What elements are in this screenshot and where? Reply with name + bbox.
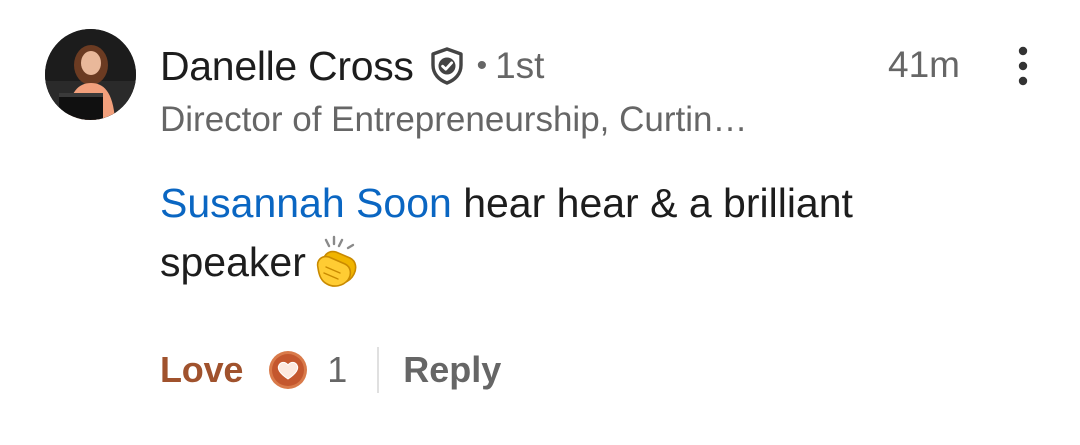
- comment: Danelle Cross • 1st 41m Director of Entr…: [0, 0, 1080, 445]
- connection-separator: •: [476, 49, 488, 82]
- vertical-ellipsis-icon: [1018, 46, 1028, 86]
- author-headline: Director of Entrepreneurship, Curtin…: [160, 100, 748, 139]
- verified-shield-icon: [427, 46, 467, 86]
- mention-link[interactable]: Susannah Soon: [160, 180, 452, 226]
- author-name[interactable]: Danelle Cross: [160, 43, 414, 90]
- comment-actions: Love 1 Reply: [160, 344, 501, 396]
- heart-reaction-icon[interactable]: [267, 349, 309, 391]
- more-options-button[interactable]: [1006, 42, 1040, 90]
- connection-degree: 1st: [495, 45, 545, 86]
- reaction-count[interactable]: 1: [327, 349, 347, 391]
- comment-body: Susannah Soon hear hear & a brilliant sp…: [160, 174, 980, 292]
- reply-button[interactable]: Reply: [403, 349, 501, 391]
- comment-header: Danelle Cross • 1st: [160, 40, 544, 92]
- avatar[interactable]: [45, 29, 136, 120]
- clapping-hands-icon: [312, 234, 362, 288]
- action-divider: [377, 347, 380, 393]
- love-button[interactable]: Love: [160, 349, 243, 391]
- comment-timestamp: 41m: [888, 44, 960, 85]
